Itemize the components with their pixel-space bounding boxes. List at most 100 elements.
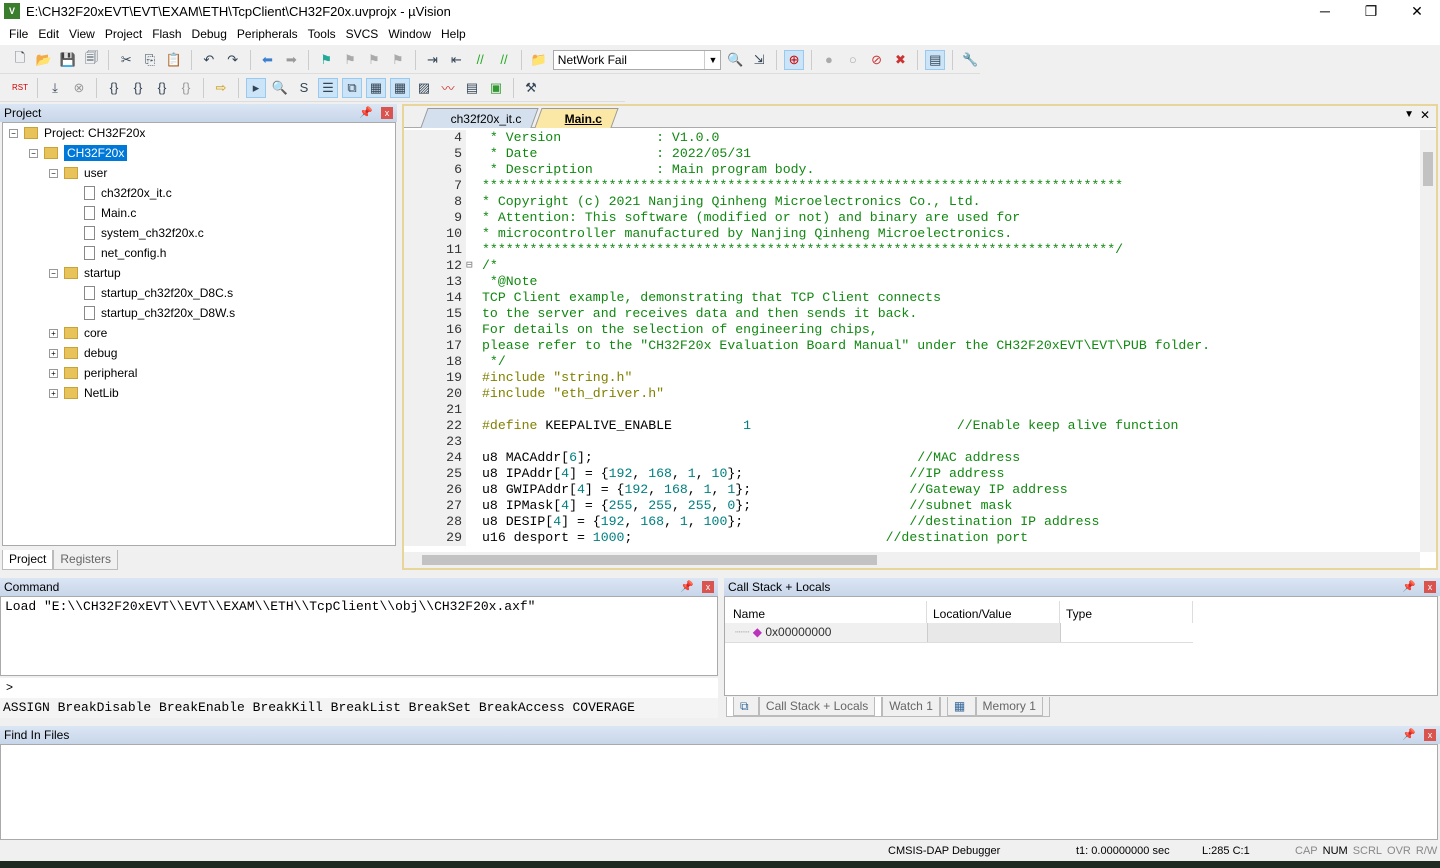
copy-icon[interactable]: ⎘ xyxy=(140,50,160,70)
disassembly-window-icon[interactable]: 🔍 xyxy=(270,78,290,98)
close-panel-icon[interactable]: x xyxy=(381,107,393,119)
menu-peripherals[interactable]: Peripherals xyxy=(232,27,303,41)
nav-back-icon[interactable]: ⬅ xyxy=(258,50,278,70)
tree-item[interactable]: Main.c xyxy=(69,203,136,223)
command-window-icon[interactable]: ▸ xyxy=(246,77,266,98)
close-panel-icon[interactable]: x xyxy=(1424,729,1436,741)
call-stack-window-icon[interactable]: ⧉ xyxy=(342,77,362,98)
menu-project[interactable]: Project xyxy=(100,27,147,41)
menu-flash[interactable]: Flash xyxy=(147,27,186,41)
menu-edit[interactable]: Edit xyxy=(33,27,64,41)
tree-item[interactable]: net_config.h xyxy=(69,243,166,263)
menu-help[interactable]: Help xyxy=(436,27,471,41)
tab-main-c[interactable]: Main.c xyxy=(534,108,619,128)
tree-item[interactable]: − Project: CH32F20x xyxy=(9,123,145,143)
tab-ch32f20x-it-c[interactable]: ch32f20x_it.c xyxy=(420,108,539,128)
collapse-icon[interactable]: − xyxy=(49,168,58,178)
tree-item[interactable]: − CH32F20x xyxy=(29,143,128,163)
disable-all-breakpoints-icon[interactable]: ⊘ xyxy=(867,50,887,70)
system-viewer-icon[interactable]: ▤ xyxy=(462,78,482,98)
cut-icon[interactable]: ✂ xyxy=(116,50,136,70)
memory-window-icon[interactable]: ▦ xyxy=(390,77,410,98)
command-input[interactable]: > xyxy=(0,678,718,698)
stop-icon[interactable]: ⊗ xyxy=(69,78,89,98)
run-to-cursor-icon[interactable]: {} xyxy=(176,78,196,98)
debug-session-icon[interactable]: ⊕ xyxy=(784,49,804,70)
menu-view[interactable]: View xyxy=(64,27,100,41)
menu-tools[interactable]: Tools xyxy=(303,27,341,41)
tree-item[interactable]: + debug xyxy=(49,343,117,363)
column-header-type[interactable]: Type xyxy=(1060,601,1193,623)
run-icon[interactable]: ⤓ xyxy=(45,78,65,98)
expand-icon[interactable]: + xyxy=(49,328,58,338)
vertical-scrollbar[interactable] xyxy=(1420,130,1436,552)
tab-registers[interactable]: Registers xyxy=(53,550,119,570)
pin-icon[interactable]: 📌 xyxy=(680,580,694,593)
expand-icon[interactable]: + xyxy=(49,348,58,358)
menu-window[interactable]: Window xyxy=(383,27,436,41)
tree-item[interactable]: startup_ch32f20x_D8W.s xyxy=(69,303,235,323)
open-folder-icon[interactable]: 📂 xyxy=(34,50,54,70)
tree-item[interactable]: − startup xyxy=(49,263,121,283)
find-in-files-icon[interactable]: 📁 xyxy=(529,50,549,70)
tools-icon[interactable]: ⚒ xyxy=(521,78,541,98)
menu-debug[interactable]: Debug xyxy=(187,27,232,41)
expand-icon[interactable]: + xyxy=(49,388,58,398)
symbols-window-icon[interactable]: S xyxy=(294,78,314,98)
fold-gutter[interactable]: ⊟ xyxy=(466,258,482,274)
unindent-icon[interactable]: ⇤ xyxy=(446,50,466,70)
pin-icon[interactable]: 📌 xyxy=(1402,728,1416,741)
tree-item[interactable]: ch32f20x_it.c xyxy=(69,183,172,203)
collapse-icon[interactable]: − xyxy=(29,148,38,158)
tree-item[interactable]: − user xyxy=(49,163,107,183)
minimize-button[interactable]: ─ xyxy=(1302,0,1348,22)
reset-icon[interactable]: RST xyxy=(10,78,30,98)
bookmark-icon[interactable]: ⚑ xyxy=(316,50,336,70)
indent-icon[interactable]: ⇥ xyxy=(423,50,443,70)
save-icon[interactable]: 💾 xyxy=(58,50,78,70)
analysis-window-icon[interactable]: 〰 xyxy=(438,78,458,98)
column-header-name[interactable]: Name xyxy=(725,601,927,623)
column-header-location[interactable]: Location/Value xyxy=(927,601,1060,623)
new-file-icon[interactable]: 🗋 xyxy=(10,50,30,70)
close-panel-icon[interactable]: x xyxy=(702,581,714,593)
collapse-icon[interactable]: − xyxy=(9,128,18,138)
tree-item[interactable]: + NetLib xyxy=(49,383,119,403)
serial-window-icon[interactable]: ▨ xyxy=(414,78,434,98)
menu-file[interactable]: File xyxy=(4,27,33,41)
collapse-icon[interactable]: − xyxy=(49,268,58,278)
tree-item[interactable]: startup_ch32f20x_D8C.s xyxy=(69,283,233,303)
incremental-find-icon[interactable]: ⇲ xyxy=(749,50,769,70)
watch-window-icon[interactable]: ▦ xyxy=(366,77,386,98)
tab-list-chevron-icon[interactable]: ▼ xyxy=(1404,109,1414,120)
next-bookmark-icon[interactable]: ⚑ xyxy=(364,50,384,70)
step-out-icon[interactable]: {} xyxy=(152,78,172,98)
code-area[interactable]: 4 * Version : V1.0.0 5 * Date : 2022/05/3… xyxy=(404,130,1420,550)
window-layout-icon[interactable]: ▤ xyxy=(925,49,946,70)
uncomment-icon[interactable]: // xyxy=(494,50,514,70)
step-over-icon[interactable]: {} xyxy=(128,78,148,98)
undo-icon[interactable]: ↶ xyxy=(199,50,219,70)
registers-window-icon[interactable]: ☰ xyxy=(318,77,338,98)
tab-call-stack-locals[interactable]: ⧉ Call Stack + Locals xyxy=(726,697,883,717)
nav-forward-icon[interactable]: ➡ xyxy=(281,50,301,70)
step-into-icon[interactable]: {} xyxy=(104,78,124,98)
prev-bookmark-icon[interactable]: ⚑ xyxy=(340,50,360,70)
configure-icon[interactable]: 🔧 xyxy=(960,50,980,70)
tree-item[interactable]: + core xyxy=(49,323,107,343)
tree-item[interactable]: system_ch32f20x.c xyxy=(69,223,204,243)
horizontal-scrollbar[interactable] xyxy=(404,552,1420,568)
clear-bookmarks-icon[interactable]: ⚑ xyxy=(388,50,408,70)
tab-project[interactable]: Project xyxy=(2,550,54,570)
breakpoint-icon[interactable]: ● xyxy=(819,50,839,70)
expand-icon[interactable]: + xyxy=(49,368,58,378)
close-button[interactable]: ✕ xyxy=(1394,0,1440,22)
tree-item[interactable]: + peripheral xyxy=(49,363,137,383)
paste-icon[interactable]: 📋 xyxy=(164,50,184,70)
table-row[interactable]: ┈┈ ◆ 0x00000000 xyxy=(725,623,1193,643)
target-combo[interactable]: NetWork Fail ▼ xyxy=(552,49,722,70)
tab-watch-1[interactable]: Watch 1 xyxy=(882,697,940,717)
close-panel-icon[interactable]: x xyxy=(1424,581,1436,593)
close-tab-icon[interactable]: ✕ xyxy=(1420,108,1430,122)
kill-breakpoints-icon[interactable]: ✖ xyxy=(891,50,911,70)
